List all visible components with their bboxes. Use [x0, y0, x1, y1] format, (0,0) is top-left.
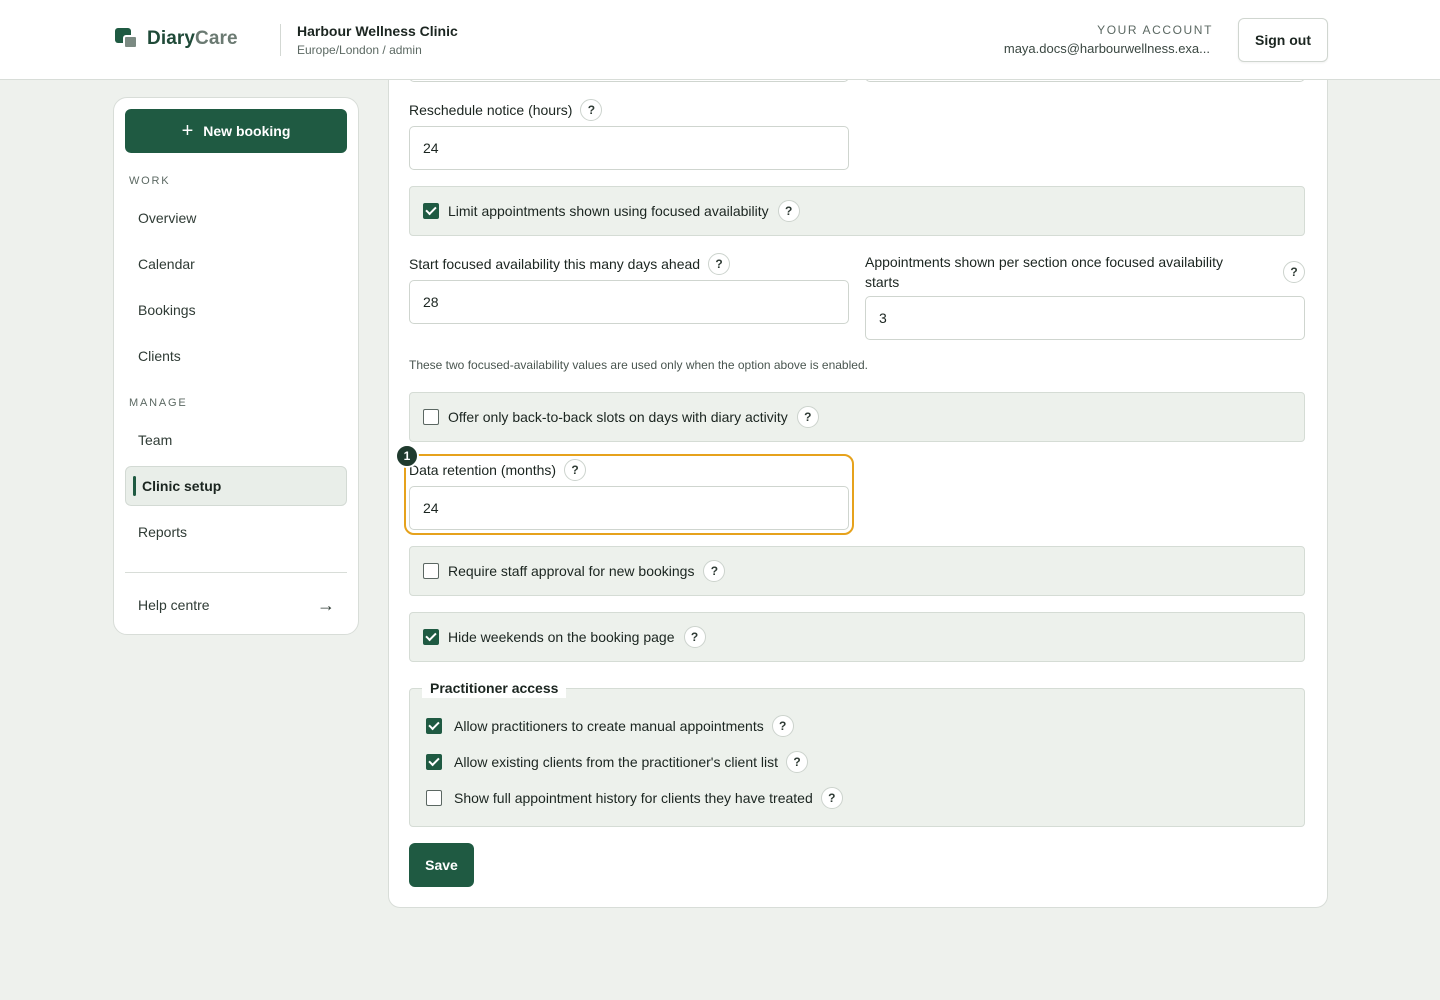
data-retention-input[interactable]: 24	[409, 486, 849, 530]
question-icon[interactable]: ?	[1283, 261, 1305, 283]
start-days-label: Start focused availability this many day…	[409, 253, 731, 275]
practitioner-option-full-history[interactable]: Show full appointment history for client…	[426, 787, 843, 809]
question-icon[interactable]: ?	[796, 406, 819, 428]
full-history-checkbox[interactable]	[426, 790, 442, 806]
focused-availability-hint: These two focused-availability values ar…	[409, 358, 868, 372]
practitioner-access-legend: Practitioner access	[422, 678, 567, 698]
question-icon[interactable]: ?	[708, 253, 731, 275]
question-icon[interactable]: ?	[564, 459, 587, 481]
sidebar-item-bookings[interactable]: Bookings	[125, 290, 347, 330]
hide-weekends-checkbox[interactable]	[423, 629, 439, 645]
focused-availability-checkbox[interactable]	[423, 203, 439, 219]
header-divider	[280, 24, 281, 56]
brand-logo[interactable]: DiaryCare	[115, 28, 238, 50]
staff-approval-option[interactable]: Require staff approval for new bookings …	[409, 546, 1305, 596]
sidebar-item-clinic-setup[interactable]: Clinic setup	[125, 466, 347, 506]
save-button[interactable]: Save	[409, 843, 474, 887]
plus-icon: +	[181, 120, 194, 142]
sidebar-item-team[interactable]: Team	[125, 420, 347, 460]
reschedule-notice-input[interactable]: 24	[409, 126, 849, 170]
sidebar-item-clients[interactable]: Clients	[125, 336, 347, 376]
arrow-right-icon: →	[317, 594, 335, 615]
question-icon[interactable]: ?	[786, 751, 809, 773]
logo-icon	[115, 28, 139, 50]
hide-weekends-label: Hide weekends on the booking page	[448, 629, 675, 645]
step-marker: 1	[395, 444, 419, 468]
manual-appointments-label: Allow practitioners to create manual app…	[454, 718, 764, 734]
sidebar-item-overview[interactable]: Overview	[125, 198, 347, 238]
per-section-label: Appointments shown per section once focu…	[865, 252, 1305, 292]
question-icon[interactable]: ?	[771, 715, 794, 737]
account-email: maya.docs@harbourwellness.exa...	[1003, 41, 1210, 56]
manual-appointments-checkbox[interactable]	[426, 718, 442, 734]
start-days-input[interactable]: 28	[409, 280, 849, 324]
staff-approval-label: Require staff approval for new bookings	[448, 563, 695, 579]
help-centre-label: Help centre	[138, 597, 210, 613]
help-centre-link[interactable]: Help centre →	[125, 585, 347, 625]
practitioner-option-manual-appointments[interactable]: Allow practitioners to create manual app…	[426, 715, 794, 737]
clinic-timezone-role: Europe/London / admin	[297, 43, 422, 57]
sign-out-button[interactable]: Sign out	[1238, 18, 1328, 62]
account-label: YOUR ACCOUNT	[1097, 23, 1213, 37]
sidebar: + New booking WORK Overview Calendar Boo…	[113, 97, 359, 635]
back-to-back-checkbox[interactable]	[423, 409, 439, 425]
back-to-back-option[interactable]: Offer only back-to-back slots on days wi…	[409, 392, 1305, 442]
hide-weekends-option[interactable]: Hide weekends on the booking page ?	[409, 612, 1305, 662]
nav-section-manage: MANAGE	[129, 397, 188, 409]
question-icon[interactable]: ?	[777, 200, 800, 222]
question-icon[interactable]: ?	[703, 560, 726, 582]
sidebar-item-reports[interactable]: Reports	[125, 512, 347, 552]
new-booking-label: New booking	[203, 123, 291, 139]
sidebar-item-calendar[interactable]: Calendar	[125, 244, 347, 284]
focused-availability-option[interactable]: Limit appointments shown using focused a…	[409, 186, 1305, 236]
nav-section-work: WORK	[129, 175, 171, 187]
clinic-name: Harbour Wellness Clinic	[297, 23, 458, 39]
question-icon[interactable]: ?	[683, 626, 706, 648]
question-icon[interactable]: ?	[820, 787, 843, 809]
staff-approval-checkbox[interactable]	[423, 563, 439, 579]
practitioner-option-existing-clients[interactable]: Allow existing clients from the practiti…	[426, 751, 809, 773]
sidebar-divider	[125, 572, 347, 573]
data-retention-label: Data retention (months) ?	[409, 459, 587, 481]
reschedule-notice-label: Reschedule notice (hours) ?	[409, 99, 603, 121]
existing-clients-checkbox[interactable]	[426, 754, 442, 770]
full-history-label: Show full appointment history for client…	[454, 790, 813, 806]
new-booking-button[interactable]: + New booking	[125, 109, 347, 153]
back-to-back-label: Offer only back-to-back slots on days wi…	[448, 409, 788, 425]
question-icon[interactable]: ?	[580, 99, 603, 121]
per-section-input[interactable]: 3	[865, 296, 1305, 340]
existing-clients-label: Allow existing clients from the practiti…	[454, 754, 779, 770]
top-bar: DiaryCare Harbour Wellness Clinic Europe…	[0, 0, 1440, 80]
focused-availability-label: Limit appointments shown using focused a…	[448, 203, 769, 219]
brand-name: DiaryCare	[147, 28, 238, 49]
